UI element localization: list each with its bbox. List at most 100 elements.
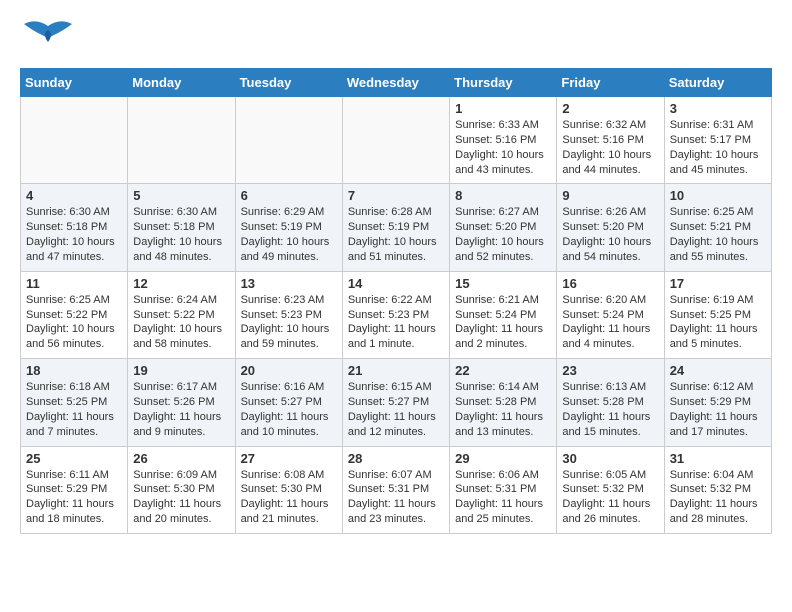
cell-content: Sunrise: 6:07 AM Sunset: 5:31 PM Dayligh… [348,468,444,527]
week-row-1: 1Sunrise: 6:33 AM Sunset: 5:16 PM Daylig… [21,97,772,184]
calendar-cell: 5 Sunrise: 6:30 AM Sunset: 5:18 PM Daylig… [128,184,235,271]
cell-content: Sunrise: 6:20 AM Sunset: 5:24 PM Dayligh… [562,293,658,352]
cell-content: Sunrise: 6:17 AM Sunset: 5:26 PM Dayligh… [133,380,229,439]
logo-icon [20,16,76,60]
cell-content: Sunrise: 6:19 AM Sunset: 5:25 PM Dayligh… [670,293,766,352]
day-number: 15 [455,276,551,291]
cell-content: Sunrise: 6:23 AM Sunset: 5:23 PM Dayligh… [241,293,337,352]
day-number: 5 [133,188,229,203]
cell-content: Sunrise: 6:25 AM Sunset: 5:22 PM Dayligh… [26,293,122,352]
calendar-cell: 4 Sunrise: 6:30 AM Sunset: 5:18 PM Daylig… [21,184,128,271]
calendar-cell: 17 Sunrise: 6:19 AM Sunset: 5:25 PM Dayli… [664,271,771,358]
calendar-cell: 29 Sunrise: 6:06 AM Sunset: 5:31 PM Dayli… [450,446,557,533]
cell-content: Sunrise: 6:06 AM Sunset: 5:31 PM Dayligh… [455,468,551,527]
page-header [20,16,772,60]
header-cell-monday: Monday [128,69,235,97]
day-number: 23 [562,363,658,378]
cell-content: Sunrise: 6:30 AM Sunset: 5:18 PM Dayligh… [26,205,122,264]
cell-content: Sunrise: 6:11 AM Sunset: 5:29 PM Dayligh… [26,468,122,527]
cell-content: Sunrise: 6:29 AM Sunset: 5:19 PM Dayligh… [241,205,337,264]
calendar-cell: 24Sunrise: 6:12 AM Sunset: 5:29 PM Dayli… [664,359,771,446]
day-number: 14 [348,276,444,291]
cell-content: Sunrise: 6:32 AM Sunset: 5:16 PM Dayligh… [562,118,658,177]
cell-content: Sunrise: 6:12 AM Sunset: 5:29 PM Dayligh… [670,380,766,439]
day-number: 9 [562,188,658,203]
calendar-cell: 8 Sunrise: 6:27 AM Sunset: 5:20 PM Daylig… [450,184,557,271]
day-number: 20 [241,363,337,378]
day-number: 8 [455,188,551,203]
cell-content: Sunrise: 6:27 AM Sunset: 5:20 PM Dayligh… [455,205,551,264]
day-number: 27 [241,451,337,466]
cell-content: Sunrise: 6:21 AM Sunset: 5:24 PM Dayligh… [455,293,551,352]
calendar-cell: 26 Sunrise: 6:09 AM Sunset: 5:30 PM Dayli… [128,446,235,533]
day-number: 30 [562,451,658,466]
header-cell-sunday: Sunday [21,69,128,97]
calendar-cell: 20 Sunrise: 6:16 AM Sunset: 5:27 PM Dayli… [235,359,342,446]
cell-content: Sunrise: 6:26 AM Sunset: 5:20 PM Dayligh… [562,205,658,264]
calendar-cell: 25 Sunrise: 6:11 AM Sunset: 5:29 PM Dayli… [21,446,128,533]
calendar-cell: 15 Sunrise: 6:21 AM Sunset: 5:24 PM Dayli… [450,271,557,358]
calendar-cell: 6 Sunrise: 6:29 AM Sunset: 5:19 PM Daylig… [235,184,342,271]
day-number: 16 [562,276,658,291]
day-number: 3 [670,101,766,116]
day-number: 19 [133,363,229,378]
cell-content: Sunrise: 6:22 AM Sunset: 5:23 PM Dayligh… [348,293,444,352]
cell-content: Sunrise: 6:09 AM Sunset: 5:30 PM Dayligh… [133,468,229,527]
cell-content: Sunrise: 6:18 AM Sunset: 5:25 PM Dayligh… [26,380,122,439]
calendar-cell [342,97,449,184]
day-number: 21 [348,363,444,378]
calendar-cell: 23Sunrise: 6:13 AM Sunset: 5:28 PM Dayli… [557,359,664,446]
day-number: 25 [26,451,122,466]
day-number: 26 [133,451,229,466]
day-number: 6 [241,188,337,203]
day-number: 17 [670,276,766,291]
week-row-2: 4 Sunrise: 6:30 AM Sunset: 5:18 PM Daylig… [21,184,772,271]
calendar-cell: 11 Sunrise: 6:25 AM Sunset: 5:22 PM Dayli… [21,271,128,358]
cell-content: Sunrise: 6:14 AM Sunset: 5:28 PM Dayligh… [455,380,551,439]
calendar-cell: 9 Sunrise: 6:26 AM Sunset: 5:20 PM Daylig… [557,184,664,271]
calendar-cell: 3 Sunrise: 6:31 AM Sunset: 5:17 PM Daylig… [664,97,771,184]
day-number: 4 [26,188,122,203]
cell-content: Sunrise: 6:25 AM Sunset: 5:21 PM Dayligh… [670,205,766,264]
day-number: 22 [455,363,551,378]
week-row-3: 11 Sunrise: 6:25 AM Sunset: 5:22 PM Dayli… [21,271,772,358]
cell-content: Sunrise: 6:16 AM Sunset: 5:27 PM Dayligh… [241,380,337,439]
cell-content: Sunrise: 6:05 AM Sunset: 5:32 PM Dayligh… [562,468,658,527]
day-number: 13 [241,276,337,291]
calendar-table: SundayMondayTuesdayWednesdayThursdayFrid… [20,68,772,534]
calendar-cell [235,97,342,184]
calendar-cell: 30 Sunrise: 6:05 AM Sunset: 5:32 PM Dayli… [557,446,664,533]
cell-content: Sunrise: 6:04 AM Sunset: 5:32 PM Dayligh… [670,468,766,527]
calendar-cell: 12Sunrise: 6:24 AM Sunset: 5:22 PM Dayli… [128,271,235,358]
calendar-cell: 27Sunrise: 6:08 AM Sunset: 5:30 PM Dayli… [235,446,342,533]
calendar-cell: 19 Sunrise: 6:17 AM Sunset: 5:26 PM Dayli… [128,359,235,446]
day-number: 1 [455,101,551,116]
cell-content: Sunrise: 6:31 AM Sunset: 5:17 PM Dayligh… [670,118,766,177]
header-cell-thursday: Thursday [450,69,557,97]
calendar-cell [21,97,128,184]
calendar-cell: 14 Sunrise: 6:22 AM Sunset: 5:23 PM Dayli… [342,271,449,358]
calendar-cell: 7Sunrise: 6:28 AM Sunset: 5:19 PM Daylig… [342,184,449,271]
calendar-cell: 21 Sunrise: 6:15 AM Sunset: 5:27 PM Dayli… [342,359,449,446]
cell-content: Sunrise: 6:15 AM Sunset: 5:27 PM Dayligh… [348,380,444,439]
day-number: 10 [670,188,766,203]
calendar-cell: 28 Sunrise: 6:07 AM Sunset: 5:31 PM Dayli… [342,446,449,533]
day-number: 28 [348,451,444,466]
calendar-cell: 18Sunrise: 6:18 AM Sunset: 5:25 PM Dayli… [21,359,128,446]
cell-content: Sunrise: 6:30 AM Sunset: 5:18 PM Dayligh… [133,205,229,264]
cell-content: Sunrise: 6:28 AM Sunset: 5:19 PM Dayligh… [348,205,444,264]
calendar-body: 1Sunrise: 6:33 AM Sunset: 5:16 PM Daylig… [21,97,772,534]
calendar-cell: 16 Sunrise: 6:20 AM Sunset: 5:24 PM Dayli… [557,271,664,358]
day-number: 2 [562,101,658,116]
week-row-5: 25 Sunrise: 6:11 AM Sunset: 5:29 PM Dayli… [21,446,772,533]
cell-content: Sunrise: 6:24 AM Sunset: 5:22 PM Dayligh… [133,293,229,352]
calendar-cell: 1Sunrise: 6:33 AM Sunset: 5:16 PM Daylig… [450,97,557,184]
calendar-cell: 2 Sunrise: 6:32 AM Sunset: 5:16 PM Daylig… [557,97,664,184]
calendar-cell: 10 Sunrise: 6:25 AM Sunset: 5:21 PM Dayli… [664,184,771,271]
header-row: SundayMondayTuesdayWednesdayThursdayFrid… [21,69,772,97]
week-row-4: 18Sunrise: 6:18 AM Sunset: 5:25 PM Dayli… [21,359,772,446]
header-cell-tuesday: Tuesday [235,69,342,97]
calendar-header: SundayMondayTuesdayWednesdayThursdayFrid… [21,69,772,97]
day-number: 29 [455,451,551,466]
day-number: 11 [26,276,122,291]
